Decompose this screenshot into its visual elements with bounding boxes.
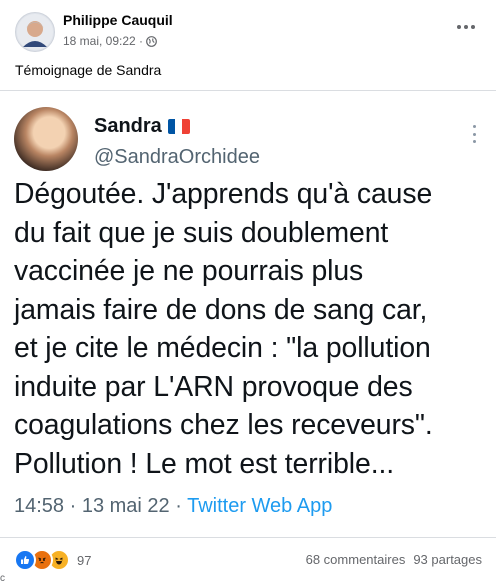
tweet-line: jamais faire de dons de sang car, [14,293,428,326]
post-timestamp[interactable]: 18 mai, 09:22 · [63,34,143,48]
author-avatar[interactable] [15,12,55,52]
post-counts: 68 commentaires 93 partages [306,552,482,567]
reaction-count: 97 [77,552,92,568]
shares-count-link[interactable]: 93 partages [413,552,482,567]
tweet-author-name: Sandra [94,115,162,137]
tweet-screenshot[interactable]: Sandra @SandraOrchidee Dégoutée. J'appre… [0,90,496,538]
more-dot-icon [457,25,461,29]
tweet-handle: @SandraOrchidee [94,146,260,168]
author-name[interactable]: Philippe Cauquil [63,12,173,28]
tweet-line: et je cite le médecin : "la pollution [14,332,431,364]
tweet-line: du fait que je suis doublement [14,216,389,249]
partial-text: c [0,573,5,584]
tweet-line: Pollution ! Le mot est terrible... [14,447,395,480]
tweet-line: Dégoutée. J'apprends qu'à cause [14,178,433,210]
tweet-line: coagulations chez les receveurs". [14,409,433,441]
post-text: Témoignage de Sandra [15,62,162,78]
globe-icon [146,35,157,47]
reactions-summary[interactable]: 97 [14,549,91,571]
comments-count-link[interactable]: 68 commentaires [306,552,406,567]
like-icon [14,549,36,571]
france-flag-icon [167,119,190,134]
tweet-avatar [14,107,78,171]
tweet-time: 14:58 · 13 mai 22 · [14,495,188,517]
tweet-line: vaccinée je ne pourrais plus [14,255,364,287]
more-dot-icon [464,25,468,29]
profile-photo-icon [17,14,53,50]
tweet-footer: 14:58 · 13 mai 22 · Twitter Web App [14,495,332,518]
post-header: Philippe Cauquil 18 mai, 09:22 · [0,0,496,58]
more-dot-icon [471,25,475,29]
tweet-line: induite par L'ARN provoque des [14,370,413,403]
tweet-source: Twitter Web App [187,495,333,517]
post-options-button[interactable] [454,18,478,36]
post-stats: 97 68 commentaires 93 partages [0,538,496,582]
post-meta: 18 mai, 09:22 · [63,34,157,48]
tweet-author: Sandra [94,115,190,138]
tweet-body: Dégoutée. J'apprends qu'à cause du fait … [14,175,490,483]
tweet-more-icon [472,125,476,143]
